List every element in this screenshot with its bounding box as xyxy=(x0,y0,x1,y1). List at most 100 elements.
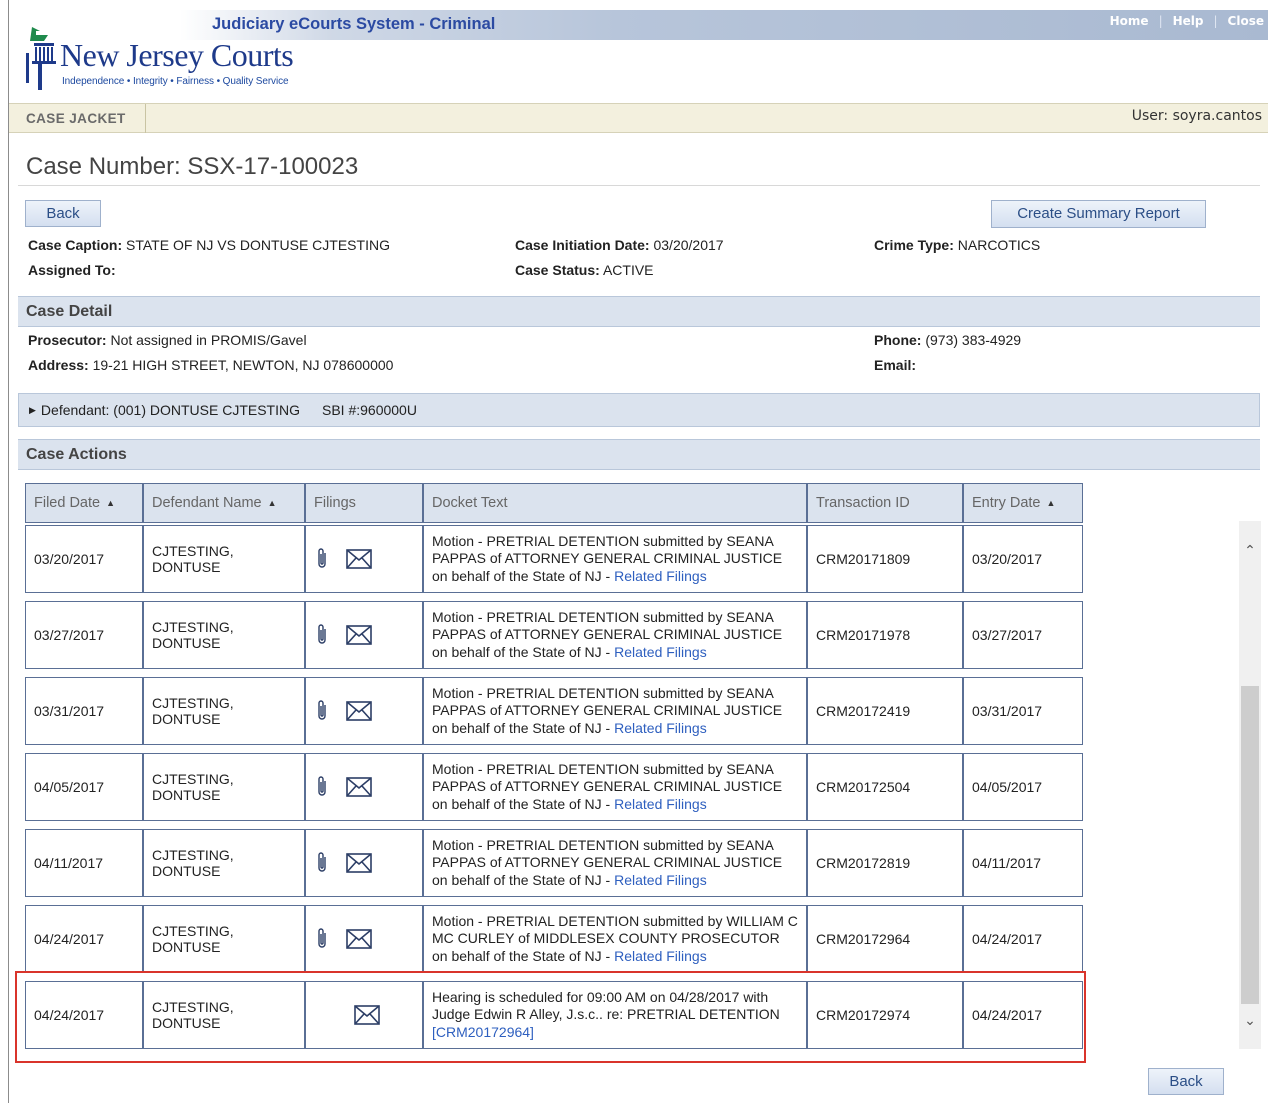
transaction-id-cell: CRM20172819 xyxy=(807,829,963,897)
column-docket-text: Docket Text xyxy=(423,483,807,523)
paperclip-icon[interactable] xyxy=(316,775,328,799)
paperclip-icon[interactable] xyxy=(316,623,328,647)
paperclip-icon[interactable] xyxy=(316,927,328,951)
case-status: Case Status: ACTIVE xyxy=(515,262,654,278)
related-filings-link[interactable]: Related Filings xyxy=(614,720,707,736)
courthouse-logo-icon xyxy=(26,27,56,90)
docket-text-cell: Motion - PRETRIAL DETENTION submitted by… xyxy=(423,829,807,897)
sort-icon: ▲︎ xyxy=(267,498,277,508)
envelope-icon[interactable] xyxy=(346,549,372,569)
table-row[interactable]: 03/31/2017 CJTESTING, DONTUSE Motion - PRET… xyxy=(25,677,1083,745)
filed-date-cell: 04/05/2017 xyxy=(25,753,143,821)
paperclip-icon[interactable] xyxy=(316,547,328,571)
defendant-expander[interactable]: ▶ Defendant: (001) DONTUSE CJTESTING SBI #… xyxy=(18,393,1260,427)
row-spacer xyxy=(25,669,1083,677)
create-summary-report-button[interactable]: Create Summary Report xyxy=(991,200,1206,228)
back-button[interactable]: Back xyxy=(25,200,101,227)
docket-text-cell: Motion - PRETRIAL DETENTION submitted by… xyxy=(423,677,807,745)
envelope-icon[interactable] xyxy=(346,929,372,949)
transaction-id-cell: CRM20172504 xyxy=(807,753,963,821)
envelope-icon[interactable] xyxy=(346,777,372,797)
related-filings-link[interactable]: Related Filings xyxy=(614,796,707,812)
entry-date-cell: 03/20/2017 xyxy=(963,525,1083,593)
tab-case-jacket[interactable]: CASE JACKET xyxy=(9,104,146,133)
scroll-down-chevron-icon[interactable]: ⌄ xyxy=(1239,1011,1261,1031)
filed-date-cell: 03/31/2017 xyxy=(25,677,143,745)
filings-cell xyxy=(305,677,423,745)
related-filings-link[interactable]: Related Filings xyxy=(614,644,707,660)
transaction-id-cell: CRM20172974 xyxy=(807,981,963,1049)
transaction-id-cell: CRM20172419 xyxy=(807,677,963,745)
nav-bar: CASE JACKET User: soyra.cantos xyxy=(9,103,1268,133)
table-row[interactable]: 03/20/2017 CJTESTING, DONTUSE Motion - PRET… xyxy=(25,525,1083,593)
case-actions-header: Case Actions xyxy=(18,439,1260,470)
docket-text-cell: Hearing is scheduled for 09:00 AM on 04/… xyxy=(423,981,807,1049)
expand-triangle-icon: ▶ xyxy=(29,405,36,415)
case-caption: Case Caption: STATE OF NJ VS DONTUSE CJT… xyxy=(28,237,390,253)
scroll-thumb[interactable] xyxy=(1241,686,1259,1004)
docket-text-cell: Motion - PRETRIAL DETENTION submitted by… xyxy=(423,905,807,973)
logo-text: New Jersey Courts xyxy=(60,37,294,73)
user-label: User: soyra.cantos xyxy=(1131,108,1262,124)
row-spacer xyxy=(25,973,1083,981)
filed-date-cell: 04/11/2017 xyxy=(25,829,143,897)
envelope-icon[interactable] xyxy=(354,1005,380,1025)
paperclip-icon[interactable] xyxy=(316,699,328,723)
entry-date-cell: 03/27/2017 xyxy=(963,601,1083,669)
table-row[interactable]: 03/27/2017 CJTESTING, DONTUSE Motion - PRET… xyxy=(25,601,1083,669)
table-row[interactable]: 04/05/2017 CJTESTING, DONTUSE Motion - PRET… xyxy=(25,753,1083,821)
column-defendant-name[interactable]: Defendant Name ▲︎ xyxy=(143,483,305,523)
filings-cell xyxy=(305,753,423,821)
transaction-id-cell: CRM20172964 xyxy=(807,905,963,973)
phone: Phone: (973) 383-4929 xyxy=(874,332,1022,348)
related-filings-link[interactable]: Related Filings xyxy=(614,568,707,584)
defendant-name-cell: CJTESTING, DONTUSE xyxy=(143,601,305,669)
address: Address: 19-21 HIGH STREET, NEWTON, NJ 0… xyxy=(28,357,394,373)
window-frame xyxy=(8,0,9,1103)
defendant-name-cell: CJTESTING, DONTUSE xyxy=(143,981,305,1049)
defendant-name-cell: CJTESTING, DONTUSE xyxy=(143,829,305,897)
case-detail-header: Case Detail xyxy=(18,296,1260,327)
envelope-icon[interactable] xyxy=(346,625,372,645)
related-filings-link[interactable]: Related Filings xyxy=(614,948,707,964)
case-initiation-date: Case Initiation Date: 03/20/2017 xyxy=(515,237,724,253)
entry-date-cell: 03/31/2017 xyxy=(963,677,1083,745)
back-button-bottom[interactable]: Back xyxy=(1148,1068,1224,1095)
related-filings-link[interactable]: [CRM20172964] xyxy=(432,1024,534,1040)
related-filings-link[interactable]: Related Filings xyxy=(614,872,707,888)
column-filed-date[interactable]: Filed Date ▲︎ xyxy=(25,483,143,523)
column-entry-date[interactable]: Entry Date ▲︎ xyxy=(963,483,1083,523)
filed-date-cell: 03/27/2017 xyxy=(25,601,143,669)
close-link[interactable]: Close xyxy=(1228,14,1264,28)
filings-cell xyxy=(305,829,423,897)
entry-date-cell: 04/24/2017 xyxy=(963,981,1083,1049)
logo-tagline: Independence • Integrity • Fairness • Qu… xyxy=(62,76,289,87)
entry-date-cell: 04/24/2017 xyxy=(963,905,1083,973)
sort-icon: ▲︎ xyxy=(106,498,116,508)
page-title: Case Number: SSX-17-100023 xyxy=(26,153,359,180)
docket-text-cell: Motion - PRETRIAL DETENTION submitted by… xyxy=(423,753,807,821)
home-link[interactable]: Home xyxy=(1110,14,1149,28)
scroll-up-chevron-icon[interactable]: ⌃ xyxy=(1239,541,1261,561)
defendant-name-cell: CJTESTING, DONTUSE xyxy=(143,677,305,745)
table-row[interactable]: 04/11/2017 CJTESTING, DONTUSE Motion - PRET… xyxy=(25,829,1083,897)
help-link[interactable]: Help xyxy=(1173,14,1204,28)
top-links: Home | Help | Close xyxy=(1109,14,1264,28)
transaction-id-cell: CRM20171809 xyxy=(807,525,963,593)
filed-date-cell: 03/20/2017 xyxy=(25,525,143,593)
envelope-icon[interactable] xyxy=(346,701,372,721)
docket-text-cell: Motion - PRETRIAL DETENTION submitted by… xyxy=(423,525,807,593)
case-actions-table: Filed Date ▲︎ Defendant Name ▲︎ Filings Do… xyxy=(25,483,1083,1049)
table-scrollbar[interactable]: ⌃ ⌄ xyxy=(1239,521,1261,1049)
paperclip-icon[interactable] xyxy=(316,851,328,875)
defendant-label: Defendant: (001) DONTUSE CJTESTING xyxy=(40,402,300,418)
filed-date-cell: 04/24/2017 xyxy=(25,905,143,973)
table-row[interactable]: 04/24/2017 CJTESTING, DONTUSE Motion - PRET… xyxy=(25,905,1083,973)
table-row[interactable]: 04/24/2017 CJTESTING, DONTUSE Hearing is sc… xyxy=(25,981,1083,1049)
row-spacer xyxy=(25,593,1083,601)
column-filings: Filings xyxy=(305,483,423,523)
prosecutor: Prosecutor: Not assigned in PROMIS/Gavel xyxy=(28,332,307,348)
entry-date-cell: 04/05/2017 xyxy=(963,753,1083,821)
crime-type: Crime Type: NARCOTICS xyxy=(874,237,1041,253)
envelope-icon[interactable] xyxy=(346,853,372,873)
